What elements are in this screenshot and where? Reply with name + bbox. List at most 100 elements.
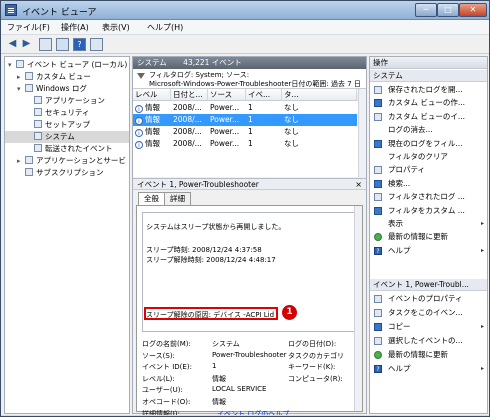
tree-item-label: サブスクリプション xyxy=(36,168,104,177)
table-row[interactable]: i 情報 2008/... Power... 1 なし xyxy=(133,102,357,114)
cell-id-text: 1 xyxy=(248,115,253,124)
event-list-scrollbar[interactable] xyxy=(358,89,366,177)
property-value: Power-Troubleshooter xyxy=(212,350,287,359)
filter-description: フィルタログ: System; ソース: Microsoft-Windows-P… xyxy=(133,69,366,97)
close-detail-icon[interactable]: × xyxy=(355,179,362,191)
cell-date-text: 2008/... xyxy=(173,127,202,136)
tab-details[interactable]: 詳細 xyxy=(164,192,191,205)
close-button[interactable]: ✕ xyxy=(459,3,487,17)
import-icon xyxy=(374,112,382,121)
window-title: イベント ビューア xyxy=(22,8,97,18)
show-hide-action-pane-icon[interactable] xyxy=(90,38,103,51)
submenu-arrow-icon: ▸ xyxy=(480,246,484,254)
toolbar: ◀ ▶ ? xyxy=(1,35,489,54)
refresh-icon xyxy=(374,351,382,359)
action-item[interactable]: ? ヘルプ ▸ xyxy=(370,362,487,375)
tree-item[interactable]: セキュリティ xyxy=(5,107,129,119)
action-label: 表示 xyxy=(388,219,403,228)
column-event-id[interactable]: イベ... xyxy=(246,89,282,101)
tree-item[interactable]: ▾ Windows ログ xyxy=(5,83,129,95)
action-item[interactable]: フィルタのクリア xyxy=(370,150,487,163)
action-item[interactable]: イベントのプロパティ xyxy=(370,292,487,305)
action-item[interactable]: 現在のログをフィル... xyxy=(370,137,487,150)
expand-arrow-icon[interactable]: ▸ xyxy=(17,71,25,83)
column-date[interactable]: 日付と... xyxy=(171,89,208,101)
cell-source-text: Power... xyxy=(210,139,240,148)
table-row[interactable]: i 情報 2008/... Power... 1 なし xyxy=(133,114,357,126)
title-bar[interactable]: イベント ビューア ─ □ ✕ xyxy=(1,1,489,20)
action-item[interactable]: カスタム ビューのイ... xyxy=(370,110,487,123)
tree-item[interactable]: ▸ アプリケーションとサービ xyxy=(5,155,129,167)
cell-id-text: 1 xyxy=(248,103,253,112)
minimize-button[interactable]: ─ xyxy=(415,3,437,17)
submenu-arrow-icon: ▸ xyxy=(480,365,484,372)
callout-number-badge: 1 xyxy=(282,305,297,320)
maximize-button[interactable]: □ xyxy=(437,3,459,17)
column-source[interactable]: ソース xyxy=(208,89,246,101)
menu-action[interactable]: 操作(A) xyxy=(61,22,89,33)
general-tab-panel: システムはスリープ状態から再開しました。 スリープ時刻: 2008/12/24 … xyxy=(136,205,363,416)
action-item[interactable]: ? ヘルプ ▸ xyxy=(370,244,487,257)
save-icon xyxy=(374,337,382,345)
cell-id: 1 xyxy=(246,114,282,126)
column-task[interactable]: タ... xyxy=(282,89,357,101)
menu-view[interactable]: 表示(V) xyxy=(102,22,130,33)
property-value: 情報 xyxy=(212,398,226,406)
table-row[interactable]: i 情報 2008/... Power... 1 なし xyxy=(133,126,357,138)
action-label: タスクをこのイベン... xyxy=(388,308,463,317)
tree-item[interactable]: セットアップ xyxy=(5,119,129,131)
show-hide-tree-icon[interactable] xyxy=(56,38,69,51)
detail-tabs: 全般 詳細 xyxy=(136,192,363,206)
action-item[interactable]: 最新の情報に更新 xyxy=(370,348,487,361)
tab-general[interactable]: 全般 xyxy=(138,192,165,206)
action-item[interactable]: コピー ▸ xyxy=(370,320,487,333)
table-row[interactable]: i 情報 2008/... Power... 1 なし xyxy=(133,138,357,150)
tree-item[interactable]: サブスクリプション xyxy=(5,167,129,179)
refresh-icon xyxy=(374,233,382,242)
event-message: システムはスリープ状態から再開しました。 xyxy=(146,223,286,231)
action-item[interactable]: 最新の情報に更新 xyxy=(370,230,487,243)
tree-item[interactable]: 転送されたイベント xyxy=(5,143,129,155)
expand-arrow-icon[interactable]: ▾ xyxy=(8,59,16,71)
property-label: キーワード(K): xyxy=(288,363,336,372)
menu-help[interactable]: ヘルプ(H) xyxy=(147,22,183,33)
action-label: フィルタのクリア xyxy=(388,152,448,161)
tree-item-label: セキュリティ xyxy=(45,108,90,117)
sleep-time: スリープ時刻: 2008/12/24 4:37:58 xyxy=(146,246,262,254)
tree-item[interactable]: システム xyxy=(5,131,129,143)
action-item[interactable]: 検索... xyxy=(370,177,487,190)
action-item[interactable]: カスタム ビューの作... xyxy=(370,96,487,109)
action-label: カスタム ビューのイ... xyxy=(388,111,466,121)
detail-scrollbar[interactable] xyxy=(354,206,362,411)
expand-arrow-icon[interactable]: ▸ xyxy=(17,155,25,167)
help-icon[interactable]: ? xyxy=(73,38,86,51)
info-icon: i xyxy=(135,141,143,149)
cell-id: 1 xyxy=(246,126,282,138)
action-item[interactable]: タスクをこのイベン... xyxy=(370,306,487,319)
action-item[interactable]: ログの消去... xyxy=(370,123,487,136)
column-level[interactable]: レベル xyxy=(133,89,171,101)
help-icon: ? xyxy=(374,246,382,255)
tree-item[interactable]: アプリケーション xyxy=(5,95,129,107)
action-item[interactable]: フィルタをカスタム ... xyxy=(370,204,487,217)
tree-item[interactable]: ▾ イベント ビューア (ローカル) xyxy=(5,59,129,71)
log-folder-icon xyxy=(25,156,33,164)
expand-arrow-icon[interactable]: ▾ xyxy=(17,83,25,95)
info-icon: i xyxy=(135,117,143,125)
action-item[interactable]: 保存されたログを開... xyxy=(370,83,487,96)
action-item[interactable]: プロパティ xyxy=(370,163,487,176)
filter-icon xyxy=(374,99,382,108)
action-label: カスタム ビューの作... xyxy=(388,98,466,108)
up-folder-icon[interactable] xyxy=(39,38,52,51)
task-icon xyxy=(374,309,382,317)
property-value: 1 xyxy=(212,362,217,371)
action-item[interactable]: フィルタされたログ ... xyxy=(370,190,487,203)
event-viewer-window: イベント ビューア ─ □ ✕ ファイル(F) 操作(A) 表示(V) ヘルプ(… xyxy=(0,0,490,417)
action-item[interactable]: 表示 ▸ xyxy=(370,217,487,230)
event-count: 43,221 イベント xyxy=(183,58,242,67)
action-item[interactable]: 選択したイベントの... xyxy=(370,334,487,347)
back-arrow-icon[interactable]: ◀ xyxy=(6,38,19,51)
menu-file[interactable]: ファイル(F) xyxy=(7,22,50,33)
forward-arrow-icon[interactable]: ▶ xyxy=(20,38,33,51)
tree-item[interactable]: ▸ カスタム ビュー xyxy=(5,71,129,83)
